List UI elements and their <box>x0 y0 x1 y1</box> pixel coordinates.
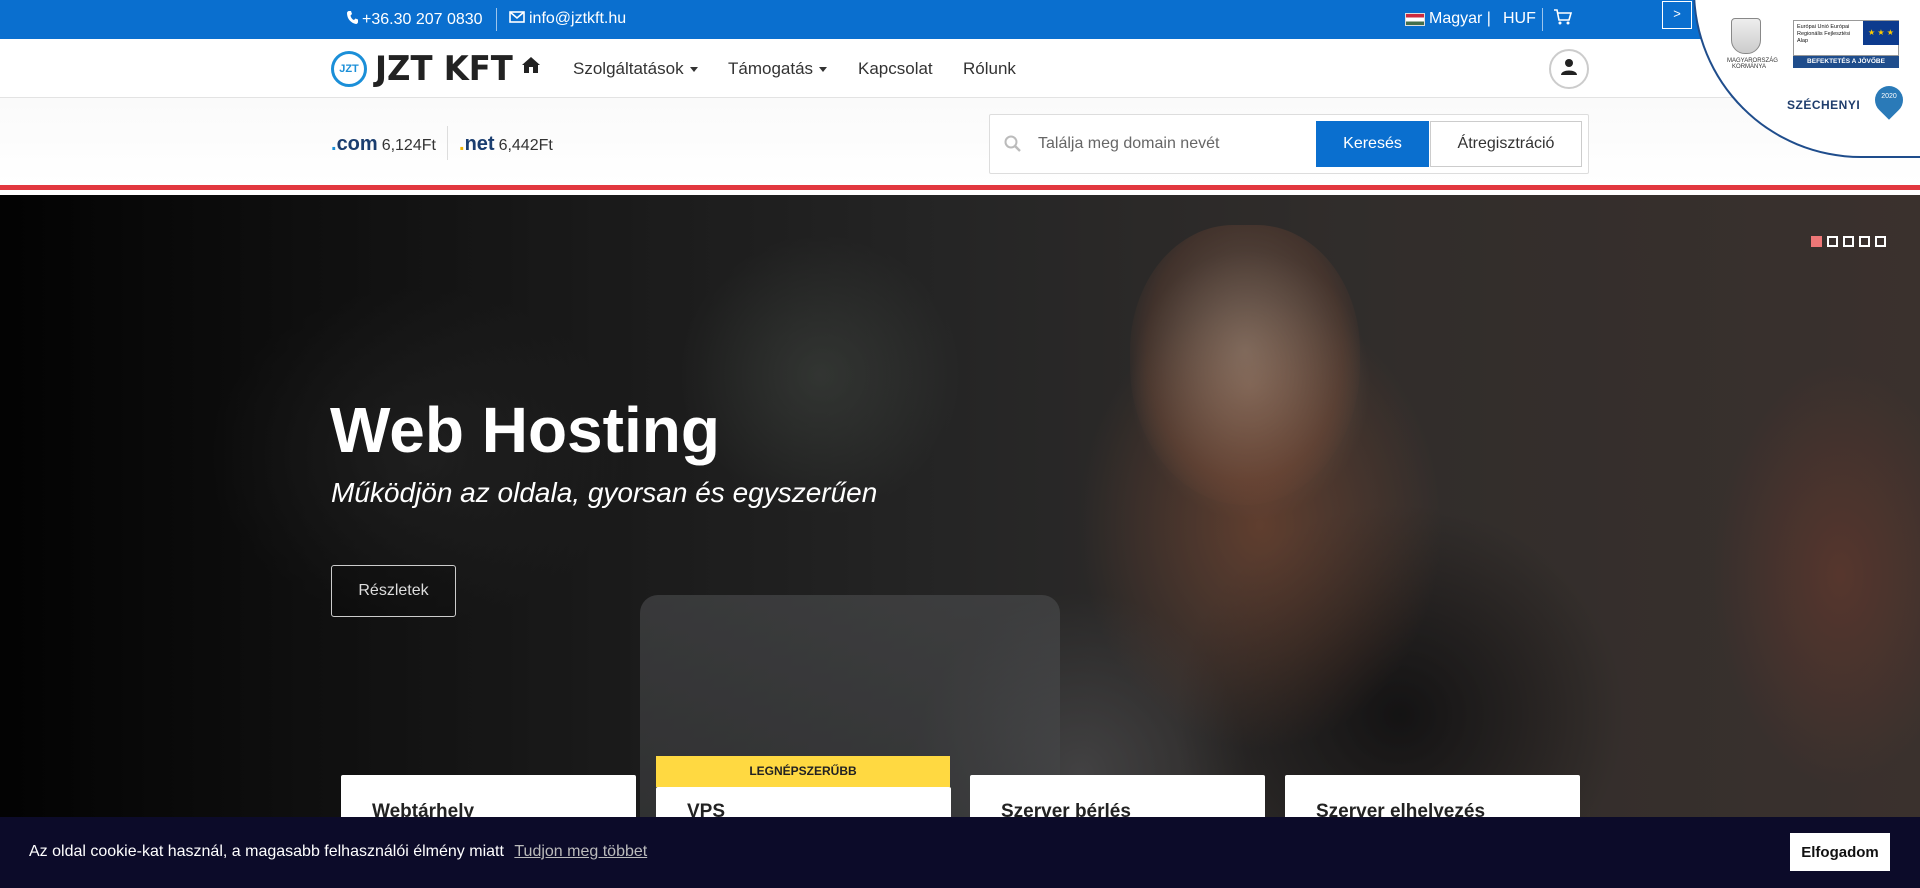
envelope-icon <box>509 10 525 28</box>
slider-dot[interactable] <box>1827 236 1838 247</box>
email-link[interactable]: info@jztkft.hu <box>509 10 626 28</box>
tld-net-ext: .net <box>459 133 495 155</box>
top-bar: +36.30 207 0830 info@jztkft.hu Magyar | … <box>0 0 1920 39</box>
slider-dot[interactable] <box>1843 236 1854 247</box>
language-selector[interactable]: Magyar | HUF <box>1405 10 1536 28</box>
logo-badge: JZT <box>331 51 367 87</box>
government-label: MAGYARORSZÁG KORMÁNYA <box>1727 58 1778 70</box>
popular-ribbon: LEGNÉPSZERŰBB <box>656 756 950 787</box>
search-button[interactable]: Keresés <box>1316 121 1429 167</box>
caret-down-icon <box>689 66 698 72</box>
cookie-message: Az oldal cookie-kat használ, a magasabb … <box>29 843 647 861</box>
details-button[interactable]: Részletek <box>331 565 456 617</box>
hungarian-flag-icon <box>1405 12 1425 26</box>
phone-icon <box>346 10 358 30</box>
transfer-button[interactable]: Átregisztráció <box>1430 121 1582 167</box>
cookie-accept-button[interactable]: Elfogadom <box>1790 833 1890 871</box>
search-icon <box>1004 135 1022 158</box>
pin-label: 2020 <box>1881 93 1897 100</box>
cookie-text: Az oldal cookie-kat használ, a magasabb … <box>29 843 504 860</box>
page: +36.30 207 0830 info@jztkft.hu Magyar | … <box>0 0 1920 888</box>
cookie-banner: Az oldal cookie-kat használ, a magasabb … <box>0 817 1920 888</box>
nav-services[interactable]: Szolgáltatások <box>573 59 698 79</box>
nav-contact-label: Kapcsolat <box>858 59 933 78</box>
cookie-learn-more-link[interactable]: Tudjon meg többet <box>514 843 647 860</box>
user-icon <box>1560 58 1578 81</box>
tld-com-ext: .com <box>331 133 378 155</box>
cart-button[interactable] <box>1553 8 1573 31</box>
domain-search-input[interactable] <box>1038 123 1298 165</box>
hero-subtitle: Működjön az oldala, gyorsan és egyszerűe… <box>331 477 878 508</box>
tld-com: .com 6,124Ft <box>331 133 436 156</box>
logo[interactable]: JZT JZT KFT <box>331 49 520 89</box>
cart-icon <box>1553 9 1573 30</box>
account-button[interactable] <box>1549 49 1589 89</box>
tld-net-price: 6,442Ft <box>498 137 553 154</box>
nav-about-label: Rólunk <box>963 59 1016 78</box>
logo-text: JZT KFT <box>375 49 513 89</box>
eu-slogan: BEFEKTETÉS A JÖVŐBE <box>1793 56 1899 68</box>
caret-down-icon <box>819 66 828 72</box>
slider-dots <box>1811 236 1886 247</box>
nav-contact[interactable]: Kapcsolat <box>858 59 933 79</box>
domain-search: Keresés Átregisztráció <box>989 114 1589 174</box>
divider <box>1542 8 1543 31</box>
slider-dot[interactable] <box>1875 236 1886 247</box>
domain-bar: .com 6,124Ft .net 6,442Ft Keresés Átregi… <box>0 98 1920 190</box>
main-nav: JZT JZT KFT Szolgáltatások Támogatás Kap… <box>0 39 1920 98</box>
home-link[interactable] <box>521 56 541 79</box>
nav-services-label: Szolgáltatások <box>573 59 684 78</box>
divider <box>496 8 497 31</box>
divider <box>447 126 448 160</box>
nav-support-label: Támogatás <box>728 59 814 78</box>
home-icon <box>521 57 541 78</box>
map-pin-icon <box>1869 80 1909 120</box>
email-address: info@jztkft.hu <box>529 10 627 27</box>
language-label: Magyar | <box>1429 10 1491 27</box>
tld-com-price: 6,124Ft <box>381 137 436 154</box>
szechenyi-label: SZÉCHENYI <box>1787 98 1861 112</box>
eu-flag-icon: ★ ★ ★ <box>1863 21 1899 45</box>
currency-label[interactable]: HUF <box>1503 10 1536 28</box>
hungarian-crest-icon <box>1731 18 1761 54</box>
hero-slider: Web Hosting Működjön az oldala, gyorsan … <box>0 195 1920 888</box>
slider-dot[interactable] <box>1859 236 1870 247</box>
slider-dot[interactable] <box>1811 236 1822 247</box>
nav-about[interactable]: Rólunk <box>963 59 1016 79</box>
phone-link[interactable]: +36.30 207 0830 <box>346 10 483 30</box>
hero-title: Web Hosting <box>330 394 720 466</box>
nav-support[interactable]: Támogatás <box>728 59 828 79</box>
tld-net: .net 6,442Ft <box>459 133 553 156</box>
badge-toggle-button[interactable]: > <box>1662 1 1692 29</box>
hero-overlay <box>0 195 1920 888</box>
phone-number: +36.30 207 0830 <box>362 11 483 28</box>
